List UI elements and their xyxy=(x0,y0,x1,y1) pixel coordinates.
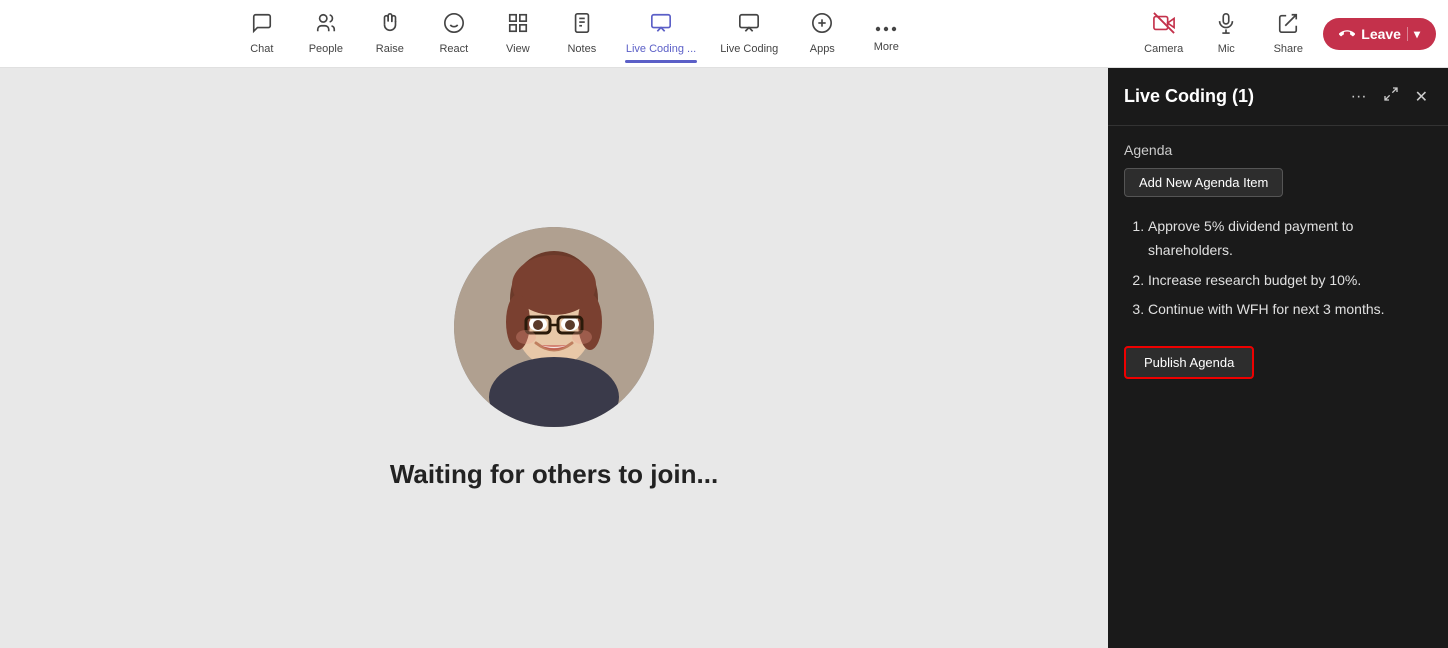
share-label: Share xyxy=(1274,43,1303,55)
toolbar-item-react[interactable]: React xyxy=(424,6,484,61)
toolbar-left: Chat People Raise React xyxy=(12,6,1136,61)
waiting-text: Waiting for others to join... xyxy=(390,459,718,490)
more-icon xyxy=(875,15,897,38)
raise-icon xyxy=(379,12,401,40)
side-panel-title: Live Coding (1) xyxy=(1124,86,1254,107)
mic-icon xyxy=(1215,12,1237,40)
side-panel-body: Agenda Add New Agenda Item Approve 5% di… xyxy=(1108,126,1448,648)
more-label: More xyxy=(874,41,899,53)
view-icon xyxy=(507,12,529,40)
leave-button[interactable]: Leave ▾ xyxy=(1323,18,1436,50)
main-area: Waiting for others to join... Live Codin… xyxy=(0,68,1448,648)
publish-agenda-button[interactable]: Publish Agenda xyxy=(1124,346,1254,379)
react-icon xyxy=(443,12,465,40)
leave-chevron[interactable]: ▾ xyxy=(1407,27,1420,41)
side-panel-more-button[interactable]: ··· xyxy=(1347,84,1371,110)
side-panel-actions: ··· ✕ xyxy=(1347,82,1432,111)
agenda-item-1: Approve 5% dividend payment to sharehold… xyxy=(1148,215,1432,263)
toolbar-item-raise[interactable]: Raise xyxy=(360,6,420,61)
share-button[interactable]: Share xyxy=(1261,6,1315,61)
add-agenda-button[interactable]: Add New Agenda Item xyxy=(1124,168,1283,197)
leave-phone-icon xyxy=(1339,26,1355,42)
apps-label: Apps xyxy=(810,43,835,55)
agenda-item-3: Continue with WFH for next 3 months. xyxy=(1148,298,1432,322)
toolbar: Chat People Raise React xyxy=(0,0,1448,68)
apps-icon xyxy=(811,12,833,40)
camera-icon xyxy=(1153,12,1175,40)
avatar xyxy=(454,227,654,427)
live-coding-active-icon xyxy=(650,12,672,40)
react-label: React xyxy=(439,43,468,55)
meeting-view: Waiting for others to join... xyxy=(0,68,1108,648)
notes-label: Notes xyxy=(567,43,596,55)
toolbar-item-chat[interactable]: Chat xyxy=(232,6,292,61)
people-label: People xyxy=(309,43,343,55)
agenda-item-2: Increase research budget by 10%. xyxy=(1148,269,1432,293)
side-panel-header: Live Coding (1) ··· ✕ xyxy=(1108,68,1448,126)
people-icon xyxy=(315,12,337,40)
camera-label: Camera xyxy=(1144,43,1183,55)
toolbar-right: Camera Mic Share Leave ▾ xyxy=(1136,6,1436,61)
leave-label: Leave xyxy=(1361,26,1401,42)
share-icon xyxy=(1277,12,1299,40)
view-label: View xyxy=(506,43,530,55)
chat-label: Chat xyxy=(250,43,273,55)
mic-label: Mic xyxy=(1218,43,1235,55)
chat-icon xyxy=(251,12,273,40)
agenda-list: Approve 5% dividend payment to sharehold… xyxy=(1124,215,1432,322)
agenda-label: Agenda xyxy=(1124,142,1432,158)
mic-button[interactable]: Mic xyxy=(1199,6,1253,61)
toolbar-item-people[interactable]: People xyxy=(296,6,356,61)
side-panel-close-button[interactable]: ✕ xyxy=(1411,83,1432,111)
live-coding-2-icon xyxy=(738,12,760,40)
side-panel-popout-button[interactable] xyxy=(1379,82,1403,111)
toolbar-item-more[interactable]: More xyxy=(856,9,916,59)
notes-icon xyxy=(571,12,593,40)
raise-label: Raise xyxy=(376,43,404,55)
toolbar-item-view[interactable]: View xyxy=(488,6,548,61)
toolbar-item-notes[interactable]: Notes xyxy=(552,6,612,61)
toolbar-item-live-coding-active[interactable]: Live Coding ... xyxy=(616,6,706,61)
toolbar-item-live-coding-2[interactable]: Live Coding xyxy=(710,6,788,61)
live-coding-2-label: Live Coding xyxy=(720,43,778,55)
toolbar-item-apps[interactable]: Apps xyxy=(792,6,852,61)
side-panel: Live Coding (1) ··· ✕ Agenda Add New Age… xyxy=(1108,68,1448,648)
camera-button[interactable]: Camera xyxy=(1136,6,1191,61)
live-coding-active-label: Live Coding ... xyxy=(626,43,696,55)
